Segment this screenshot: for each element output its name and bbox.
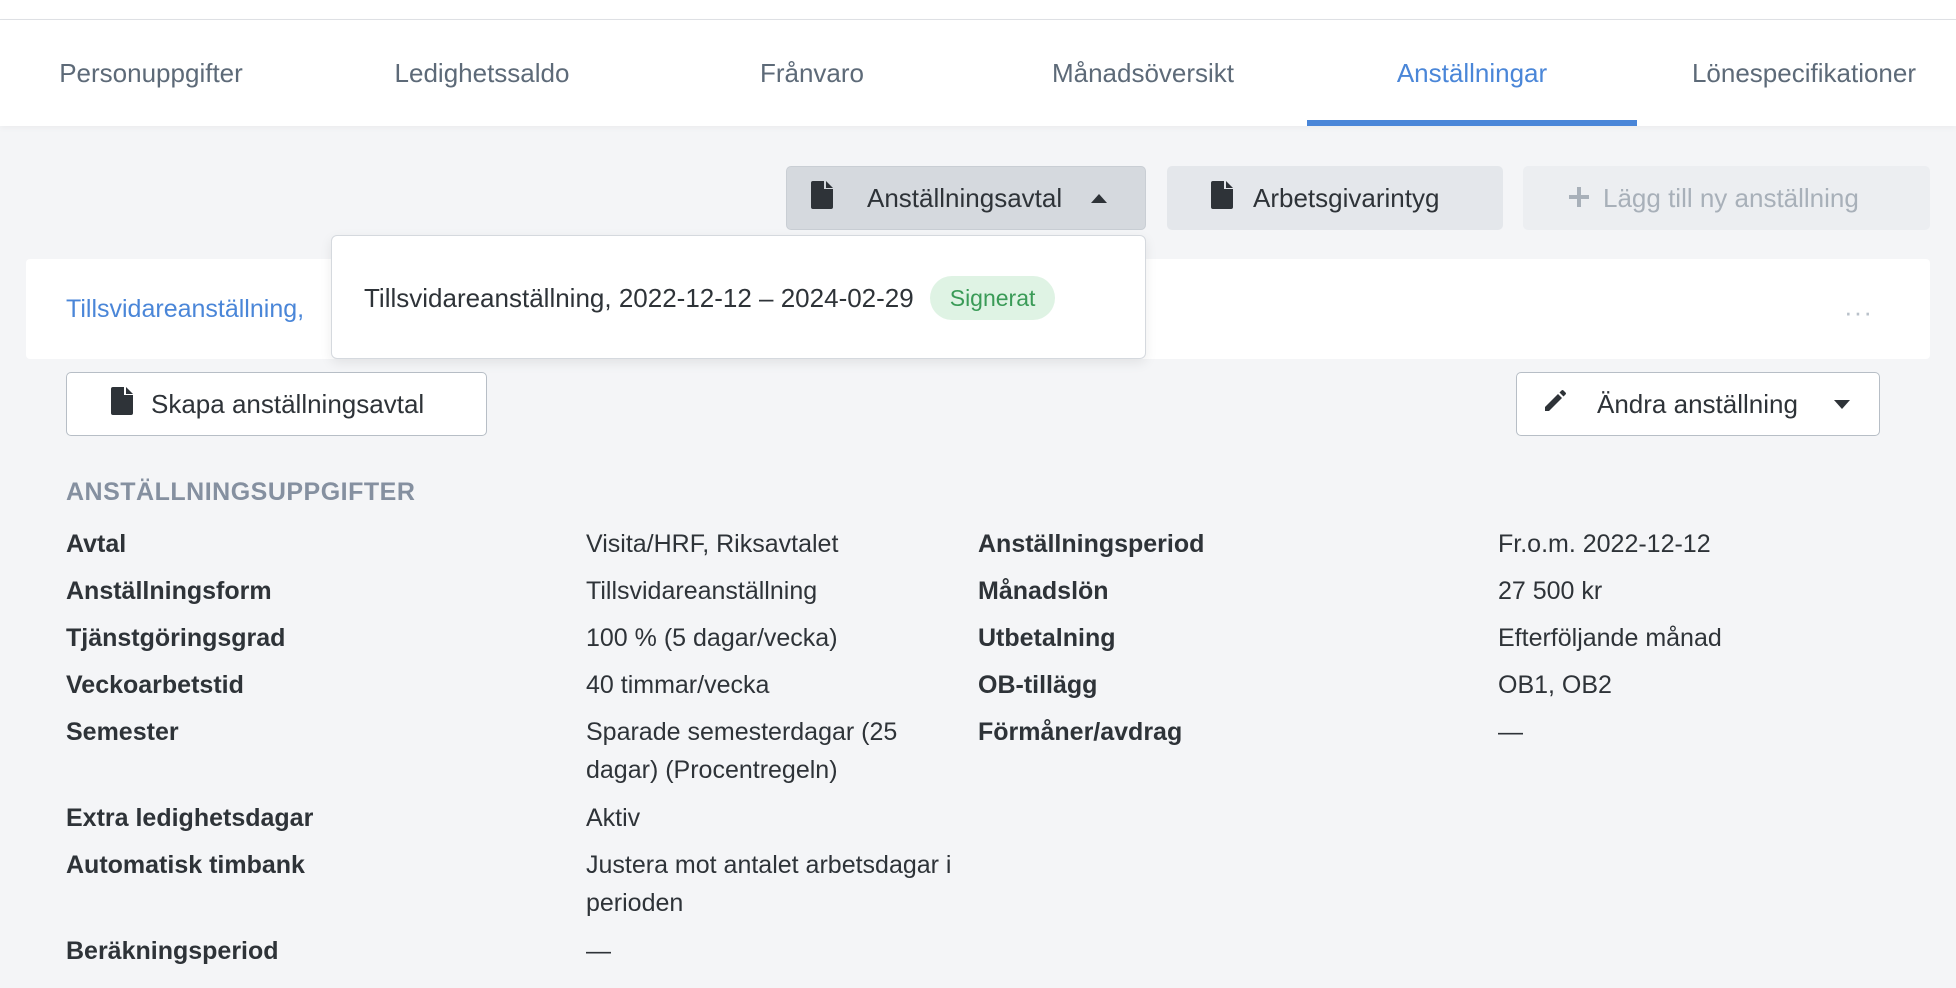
active-tab-indicator (1307, 120, 1637, 126)
detail-value: — (1498, 718, 1523, 746)
detail-label: Tjänstgöringsgrad (66, 624, 286, 652)
tab-bar: Personuppgifter Ledighetssaldo Frånvaro … (0, 20, 1956, 126)
tab-manadsoversikt[interactable]: Månadsöversikt (962, 20, 1324, 126)
detail-label: Automatisk timbank (66, 851, 305, 879)
detail-value: Justera mot antalet arbetsdagar i period… (586, 851, 952, 917)
detail-label: Beräkningsperiod (66, 937, 279, 965)
create-agreement-button[interactable]: Skapa anställningsavtal (66, 372, 487, 436)
detail-label: Månadslön (978, 577, 1109, 605)
agreement-item-label: Tillsvidareanställning, 2022-12-12 – 202… (364, 282, 914, 313)
tab-label: Anställningar (1396, 57, 1548, 88)
detail-label: Anställningsform (66, 577, 272, 605)
document-icon (811, 180, 833, 216)
pencil-icon (1543, 389, 1567, 420)
edit-employment-button[interactable]: Ändra anställning (1516, 372, 1880, 436)
employer-certificate-button[interactable]: Arbetsgivarintyg (1167, 166, 1503, 230)
detail-label: Förmåner/avdrag (978, 718, 1183, 746)
employment-agreement-label: Anställningsavtal (867, 182, 1063, 213)
detail-label: OB-tillägg (978, 671, 1098, 699)
agreement-menu-item[interactable]: Tillsvidareanställning, 2022-12-12 – 202… (364, 276, 1056, 320)
detail-value: 100 % (5 dagar/vecka) (586, 624, 838, 652)
tab-label: Frånvaro (759, 57, 865, 88)
detail-label: Avtal (66, 530, 127, 558)
create-agreement-label: Skapa anställningsavtal (151, 388, 425, 419)
detail-value: Aktiv (586, 804, 641, 832)
tab-lonespecifikationer[interactable]: Lönespecifikationer (1637, 20, 1956, 126)
tab-franvaro[interactable]: Frånvaro (662, 20, 962, 126)
detail-value: Visita/HRF, Riksavtalet (586, 530, 839, 558)
add-employment-button[interactable]: Lägg till ny anställning (1523, 166, 1930, 230)
status-badge: Signerat (929, 276, 1056, 320)
detail-value: 40 timmar/vecka (586, 671, 770, 699)
tab-anstallningar[interactable]: Anställningar (1307, 20, 1637, 126)
tab-ledighetssaldo[interactable]: Ledighetssaldo (302, 20, 662, 126)
detail-label: Semester (66, 718, 179, 746)
add-employment-label: Lägg till ny anställning (1603, 182, 1859, 213)
detail-value: OB1, OB2 (1498, 671, 1612, 699)
detail-value: — (586, 937, 611, 965)
detail-label: Extra ledighetsdagar (66, 804, 314, 832)
detail-value: Fr.o.m. 2022-12-12 (1498, 530, 1711, 558)
tab-label: Ledighetssaldo (394, 57, 570, 88)
document-icon (111, 386, 133, 422)
caret-up-icon (1091, 193, 1108, 203)
detail-value: 27 500 kr (1498, 577, 1603, 605)
employment-title[interactable]: Tillsvidareanställning, (66, 295, 304, 324)
top-border (0, 0, 1956, 20)
document-icon (1211, 180, 1233, 216)
tab-personuppgifter[interactable]: Personuppgifter (0, 20, 302, 126)
detail-label: Anställningsperiod (978, 530, 1205, 558)
tab-label: Månadsöversikt (1051, 57, 1235, 88)
section-heading: ANSTÄLLNINGSUPPGIFTER (66, 478, 416, 506)
chevron-down-icon (1833, 399, 1850, 409)
detail-value: Sparade semesterdagar (25 dagar) (Procen… (586, 718, 898, 784)
detail-label: Veckoarbetstid (66, 671, 244, 699)
employment-agreement-button[interactable]: Anställningsavtal (786, 166, 1146, 230)
edit-employment-label: Ändra anställning (1597, 388, 1798, 419)
tab-label: Personuppgifter (59, 57, 243, 88)
detail-label: Utbetalning (978, 624, 1116, 652)
agreement-dropdown-menu: Tillsvidareanställning, 2022-12-12 – 202… (331, 235, 1146, 359)
plus-icon (1569, 183, 1589, 214)
detail-value: Efterföljande månad (1498, 624, 1722, 652)
tab-label: Lönespecifikationer (1691, 57, 1917, 88)
more-options-icon[interactable]: ··· (1844, 297, 1873, 328)
employer-certificate-label: Arbetsgivarintyg (1253, 182, 1440, 213)
detail-value: Tillsvidareanställning (586, 577, 818, 605)
